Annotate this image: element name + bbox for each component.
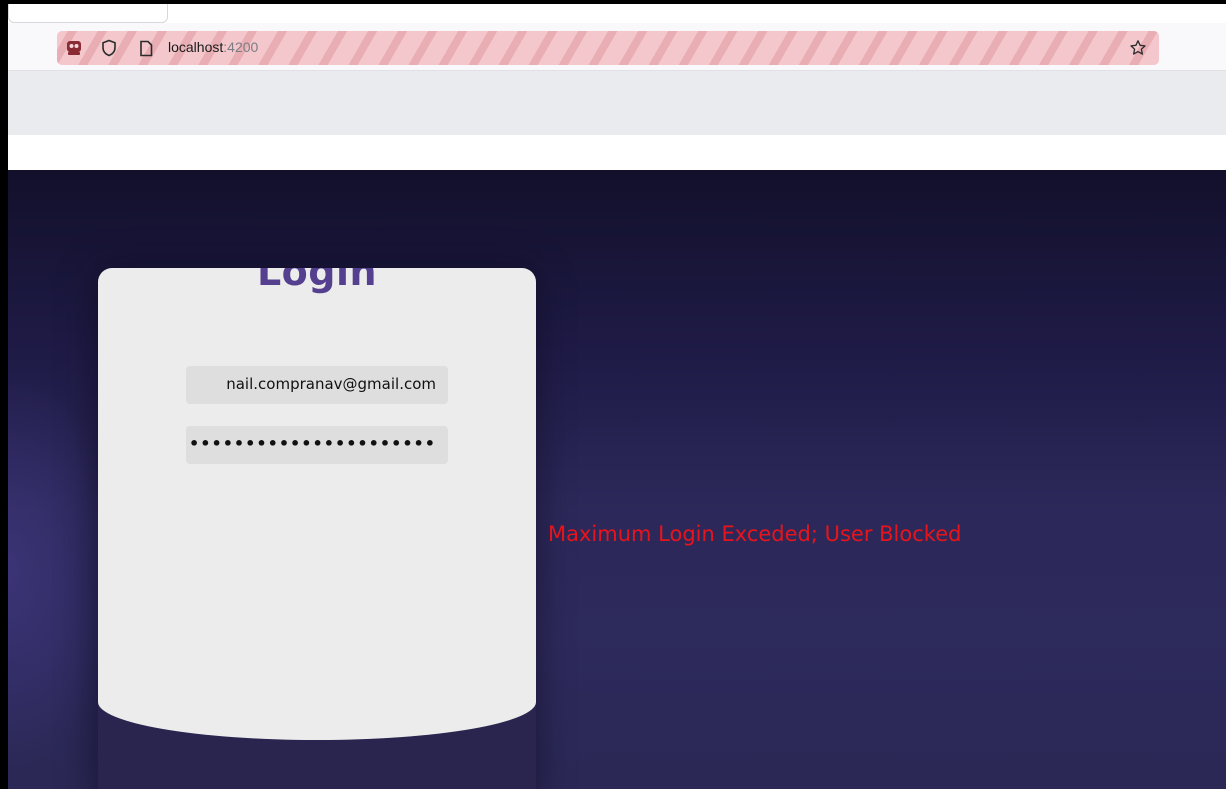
email-field[interactable]: nail.compranav@gmail.com <box>186 366 448 404</box>
star-icon[interactable] <box>1128 38 1148 58</box>
url-host: localhost <box>168 39 224 55</box>
window-border-left <box>0 0 8 789</box>
password-value: •••••••••••••••••••••••••• <box>186 434 436 453</box>
page-content: Login nail.compranav@gmail.com •••••••••… <box>8 170 1226 789</box>
browser-tab[interactable] <box>8 4 168 23</box>
url-port: :4200 <box>223 39 259 55</box>
login-card: Login nail.compranav@gmail.com •••••••••… <box>98 268 536 740</box>
browser-window: localhost:4200 Login nail.compranav@gmai… <box>0 0 1226 789</box>
page-icon[interactable] <box>136 38 156 58</box>
address-bar[interactable]: localhost:4200 <box>57 31 1159 65</box>
window-border-top <box>0 0 1226 4</box>
password-field[interactable]: •••••••••••••••••••••••••• <box>186 426 448 464</box>
page-header-strip <box>8 135 1226 170</box>
privacy-mask-icon[interactable] <box>64 38 84 58</box>
shield-icon[interactable] <box>99 38 119 58</box>
bookmarks-toolbar <box>8 71 1226 135</box>
error-message: Maximum Login Exceded; User Blocked <box>548 522 962 546</box>
email-value: nail.compranav@gmail.com <box>226 375 436 393</box>
login-title: Login <box>256 268 378 294</box>
url-text[interactable]: localhost:4200 <box>168 39 258 55</box>
